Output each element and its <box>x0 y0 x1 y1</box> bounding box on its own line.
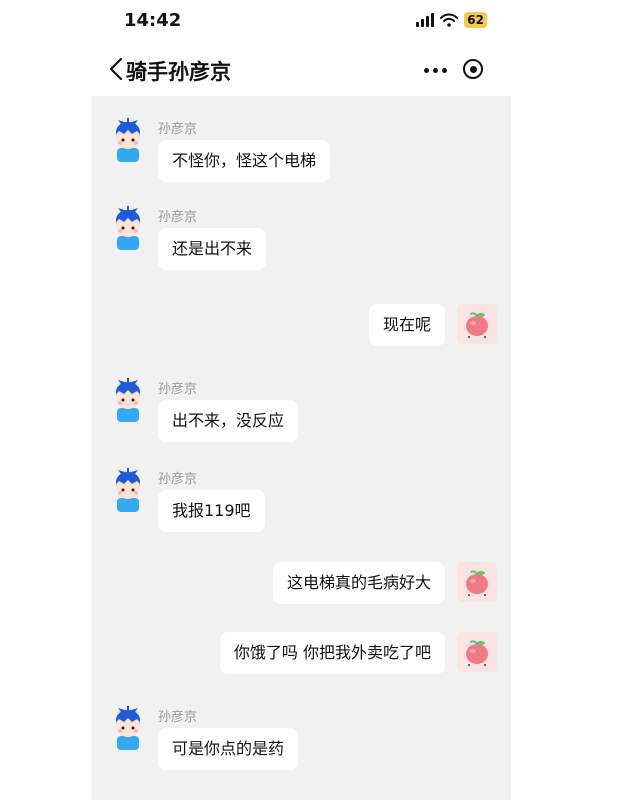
status-icons: 62 <box>416 12 487 28</box>
status-time: 14:42 <box>124 10 182 31</box>
peach-avatar-icon <box>457 304 497 344</box>
chat-header: 骑手孙彦京 <box>92 44 511 96</box>
peach-avatar-icon <box>457 562 497 602</box>
message-list[interactable]: 孙彦京 不怪你，怪这个电梯 孙彦京 还是出不来 现在呢 孙彦京 出不来，没反应 … <box>92 96 511 800</box>
rider-avatar-icon <box>116 206 140 250</box>
phone-screen: 14:42 62 骑手孙彦京 孙彦京 不怪你，怪这个电梯 孙彦京 还是出不来 现… <box>92 0 511 800</box>
sender-name: 孙彦京 <box>158 210 198 225</box>
message-bubble[interactable]: 现在呢 <box>368 304 445 346</box>
message-bubble[interactable]: 出不来，没反应 <box>158 400 299 442</box>
message-bubble[interactable]: 不怪你，怪这个电梯 <box>158 140 331 182</box>
chat-title: 骑手孙彦京 <box>126 60 231 84</box>
battery-icon: 62 <box>464 12 487 28</box>
rider-avatar-icon <box>116 706 140 750</box>
peach-avatar-icon <box>457 632 497 672</box>
sender-name: 孙彦京 <box>158 122 198 137</box>
message-bubble[interactable]: 还是出不来 <box>158 228 267 270</box>
rider-avatar-icon <box>116 118 140 162</box>
signal-icon <box>416 13 435 27</box>
rider-avatar-icon <box>116 468 140 512</box>
sender-name: 孙彦京 <box>158 472 198 487</box>
message-bubble[interactable]: 可是你点的是药 <box>158 728 299 770</box>
more-dots-icon[interactable] <box>424 68 447 73</box>
message-bubble[interactable]: 你饿了吗 你把我外卖吃了吧 <box>219 632 445 674</box>
wifi-icon <box>440 13 459 27</box>
message-bubble[interactable]: 这电梯真的毛病好大 <box>272 562 445 604</box>
message-bubble[interactable]: 我报119吧 <box>158 490 265 532</box>
sender-name: 孙彦京 <box>158 710 198 725</box>
rider-avatar-icon <box>116 378 140 422</box>
target-icon[interactable] <box>463 59 483 79</box>
sender-name: 孙彦京 <box>158 382 198 397</box>
status-bar: 14:42 62 <box>92 0 511 44</box>
